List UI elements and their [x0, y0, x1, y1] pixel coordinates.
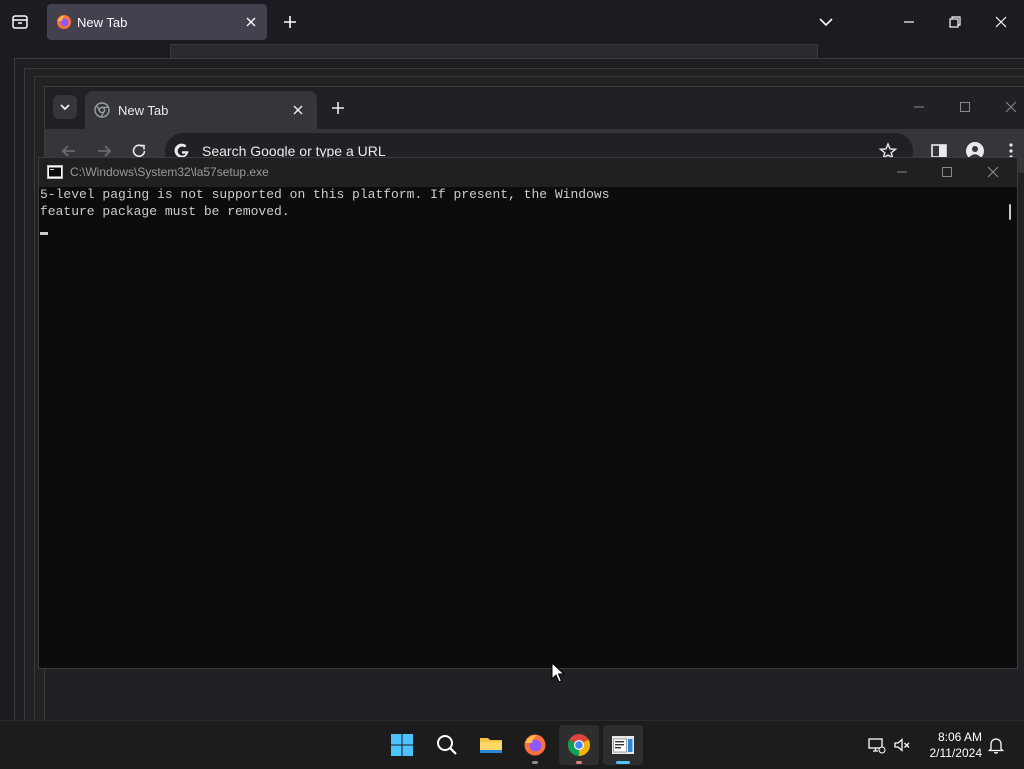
chrome-icon: [568, 734, 590, 756]
close-tab-icon[interactable]: [243, 14, 259, 30]
close-window-icon[interactable]: [991, 12, 1011, 32]
new-tab-icon[interactable]: [280, 12, 300, 32]
chrome-tab-bar: New Tab: [45, 87, 1024, 129]
notification-bell-icon[interactable]: [986, 735, 1006, 755]
file-explorer-button[interactable]: [471, 725, 511, 765]
list-all-tabs-icon[interactable]: [8, 10, 32, 34]
console-line: feature package must be removed.: [40, 203, 290, 219]
chevron-down-icon[interactable]: [816, 12, 836, 32]
minimize-icon[interactable]: [895, 165, 909, 179]
minimize-icon[interactable]: [899, 12, 919, 32]
system-clock[interactable]: 8:06 AM 2/11/2024: [918, 729, 983, 761]
clock-time: 8:06 AM: [937, 730, 982, 744]
console-scrollbar[interactable]: [1002, 187, 1017, 668]
console-cursor: [40, 232, 48, 235]
volume-muted-icon[interactable]: [892, 735, 912, 755]
new-tab-icon[interactable]: [329, 99, 347, 117]
console-title-bar[interactable]: C:\Windows\System32\la57setup.exe: [39, 158, 1017, 187]
tab-search-chevron-icon[interactable]: [53, 95, 77, 119]
firefox-tab-title: New Tab: [77, 15, 128, 30]
clock-date: 2/11/2024: [929, 746, 983, 760]
taskbar: 8:06 AM 2/11/2024: [0, 720, 1024, 769]
running-indicator: [532, 761, 538, 764]
console-app-icon: [47, 165, 63, 179]
console-window: C:\Windows\System32\la57setup.exe 5-leve…: [38, 157, 1018, 669]
console-title: C:\Windows\System32\la57setup.exe: [70, 165, 269, 179]
windows-logo-icon: [391, 734, 413, 756]
chrome-taskbar-button[interactable]: [559, 725, 599, 765]
firefox-icon: [56, 14, 72, 30]
maximize-icon[interactable]: [957, 99, 973, 115]
close-window-icon[interactable]: [1003, 99, 1019, 115]
chrome-icon: [94, 102, 110, 118]
firefox-tab[interactable]: New Tab: [47, 4, 267, 40]
close-tab-icon[interactable]: [291, 103, 305, 117]
network-icon[interactable]: [866, 735, 886, 755]
firefox-tab-bar: New Tab: [0, 0, 1024, 44]
minimize-icon[interactable]: [911, 99, 927, 115]
chrome-tab-title: New Tab: [118, 103, 169, 118]
restore-icon[interactable]: [945, 12, 965, 32]
console-host-icon: [612, 736, 634, 754]
close-window-icon[interactable]: [986, 165, 1000, 179]
search-icon: [437, 735, 457, 755]
firefox-icon: [524, 734, 546, 756]
search-button[interactable]: [427, 725, 467, 765]
console-taskbar-button[interactable]: [603, 725, 643, 765]
folder-icon: [480, 738, 502, 753]
start-button[interactable]: [382, 725, 422, 765]
running-indicator: [576, 761, 582, 764]
scrollbar-thumb[interactable]: [1009, 204, 1011, 220]
maximize-icon[interactable]: [940, 165, 954, 179]
firefox-taskbar-button[interactable]: [515, 725, 555, 765]
mouse-pointer-icon: [551, 662, 565, 684]
console-output[interactable]: 5-level paging is not supported on this …: [39, 187, 1001, 668]
chrome-tab[interactable]: New Tab: [85, 91, 317, 129]
console-line: 5-level paging is not supported on this …: [40, 187, 610, 202]
active-indicator: [616, 761, 630, 764]
